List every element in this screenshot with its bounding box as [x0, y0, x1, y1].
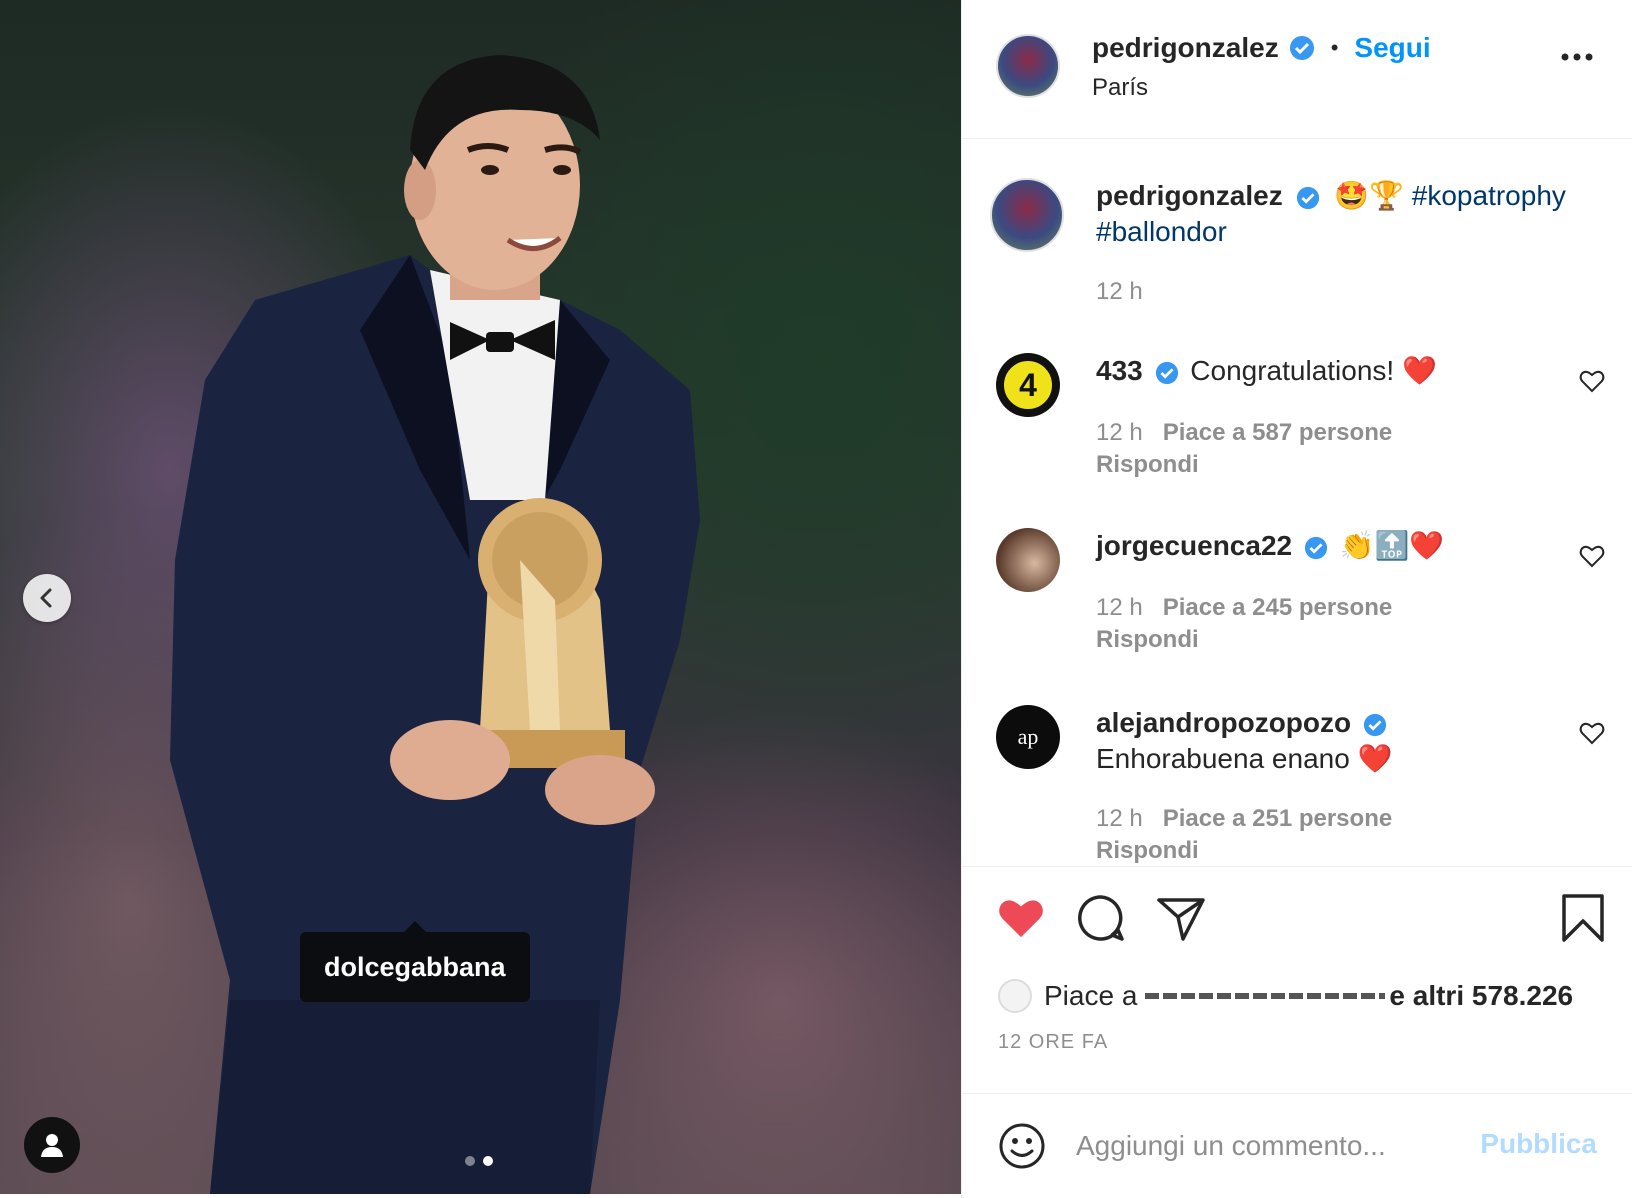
comment-body: Enhorabuena enano — [1096, 743, 1350, 774]
comment-item: ap alejandropozopozo Enhorabuena enano ❤… — [962, 705, 1632, 865]
comment-time[interactable]: 12 h — [1096, 594, 1143, 621]
post-side-panel: pedrigonzalez • Segui París pedrigonzale… — [961, 0, 1632, 1198]
verified-icon — [1155, 361, 1178, 384]
comment-username[interactable]: jorgecuenca22 — [1096, 530, 1292, 561]
comment-input[interactable] — [1074, 1120, 1458, 1172]
comment-username[interactable]: 433 — [1096, 355, 1143, 386]
verified-icon — [1363, 713, 1386, 736]
post-header: pedrigonzalez • Segui París — [962, 0, 1632, 139]
comment-icon[interactable] — [1076, 893, 1126, 943]
photo-illustration — [170, 55, 700, 1194]
verified-icon — [1289, 36, 1314, 60]
comment-likes[interactable]: Piace a 245 persone — [1163, 594, 1392, 621]
comment-emoji: 👏🔝❤️ — [1339, 529, 1445, 562]
post-location[interactable]: París — [1092, 74, 1148, 102]
chevron-left-icon — [40, 588, 52, 608]
comment-item: 4 433 Congratulations! ❤️ 12 h Piace a 58… — [962, 353, 1632, 493]
caption-avatar[interactable] — [990, 178, 1064, 252]
caption-time[interactable]: 12 h — [1096, 278, 1143, 306]
post-time-ago[interactable]: 12 ORE FA — [998, 1031, 1108, 1054]
comment-time[interactable]: 12 h — [1096, 419, 1143, 446]
comment-item: jorgecuenca22 👏🔝❤️ 12 h Piace a 245 perso… — [962, 528, 1632, 668]
user-tag-label[interactable]: dolcegabbana — [324, 952, 506, 983]
user-tag-bubble[interactable]: dolcegabbana — [300, 921, 530, 1002]
header-separator: • — [1330, 35, 1339, 60]
verified-icon — [1297, 186, 1320, 209]
author-username[interactable]: pedrigonzalez — [1092, 32, 1279, 64]
comment-avatar[interactable]: ap — [996, 705, 1060, 769]
heart-icon[interactable] — [1579, 544, 1605, 568]
avatar-label: ap — [1017, 724, 1039, 749]
comment-text: alejandropozopozo Enhorabuena enano ❤️ — [1096, 705, 1576, 777]
heart-icon[interactable] — [1579, 369, 1605, 393]
comment-meta: 12 h Piace a 245 persone — [1096, 594, 1392, 622]
liker-avatar[interactable] — [998, 979, 1032, 1013]
post-actions: Piace a e altri 578.226 12 ORE FA — [962, 866, 1632, 1094]
caption-username[interactable]: pedrigonzalez — [1096, 180, 1283, 211]
share-icon[interactable] — [1156, 895, 1206, 943]
caption: pedrigonzalez 🤩🏆 #kopatrophy #ballondor … — [962, 178, 1632, 308]
avatar-label: 4 — [1019, 366, 1037, 403]
likes-count[interactable]: e altri 578.226 — [1389, 980, 1573, 1012]
heart-icon[interactable] — [996, 895, 1046, 941]
show-tags-button[interactable] — [24, 1117, 80, 1173]
heart-icon[interactable] — [1579, 721, 1605, 745]
post-photo[interactable]: dolcegabbana — [0, 0, 961, 1194]
more-icon[interactable] — [1561, 52, 1593, 62]
carousel-dot-active — [483, 1156, 493, 1166]
comment-text: 433 Congratulations! ❤️ — [1096, 353, 1437, 389]
verified-icon — [1304, 536, 1327, 559]
carousel-indicator — [465, 1156, 493, 1166]
user-tag-icon — [41, 1134, 63, 1157]
likes-summary[interactable]: Piace a e altri 578.226 — [998, 979, 1573, 1013]
publish-button[interactable]: Pubblica — [1480, 1128, 1597, 1160]
caption-emoji: 🤩🏆 — [1334, 179, 1404, 212]
bookmark-icon[interactable] — [1561, 893, 1605, 943]
hashtag-link[interactable]: #kopatrophy — [1412, 180, 1566, 211]
comments-list[interactable]: pedrigonzalez 🤩🏆 #kopatrophy #ballondor … — [962, 138, 1632, 866]
reply-button[interactable]: Rispondi — [1096, 837, 1199, 865]
comment-meta: 12 h Piace a 587 persone — [1096, 419, 1392, 447]
comment-emoji: ❤️ — [1357, 742, 1393, 775]
redacted-username — [1145, 993, 1386, 999]
comment-username[interactable]: alejandropozopozo — [1096, 707, 1351, 738]
carousel-prev-button[interactable] — [23, 574, 71, 622]
comment-avatar[interactable] — [996, 528, 1060, 592]
reply-button[interactable]: Rispondi — [1096, 451, 1199, 479]
add-comment-bar: Pubblica — [962, 1092, 1632, 1198]
follow-button[interactable]: Segui — [1354, 32, 1430, 64]
caption-text: pedrigonzalez 🤩🏆 #kopatrophy #ballondor — [1096, 178, 1596, 250]
comment-time[interactable]: 12 h — [1096, 805, 1143, 832]
comment-text: jorgecuenca22 👏🔝❤️ — [1096, 528, 1444, 564]
comment-avatar[interactable]: 4 — [996, 353, 1060, 417]
emoji-icon[interactable] — [998, 1122, 1046, 1170]
carousel-dot — [465, 1156, 475, 1166]
reply-button[interactable]: Rispondi — [1096, 626, 1199, 654]
comment-likes[interactable]: Piace a 587 persone — [1163, 419, 1392, 446]
hashtag-link[interactable]: #ballondor — [1096, 216, 1227, 247]
comment-likes[interactable]: Piace a 251 persone — [1163, 805, 1392, 832]
likes-prefix: Piace a — [1044, 980, 1138, 1011]
author-avatar[interactable] — [996, 34, 1060, 98]
comment-emoji: ❤️ — [1401, 354, 1437, 387]
comment-meta: 12 h Piace a 251 persone — [1096, 805, 1392, 833]
comment-body: Congratulations! — [1190, 355, 1395, 386]
